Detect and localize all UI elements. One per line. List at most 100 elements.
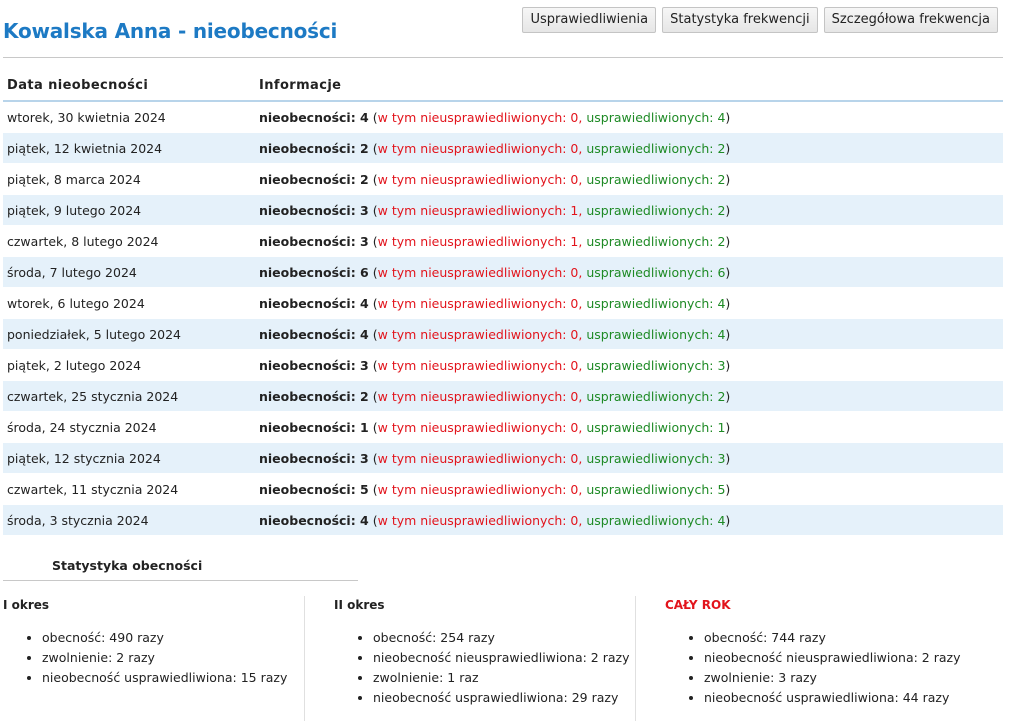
table-row: piątek, 2 lutego 2024 nieobecności: 3 (w … bbox=[3, 349, 1003, 381]
paren-open: ( bbox=[368, 171, 378, 187]
szczegolowa-frekwencja-button[interactable]: Szczegółowa frekwencja bbox=[823, 7, 998, 33]
justified-count: usprawiedliwionych: 2 bbox=[586, 202, 726, 218]
paren-close: ) bbox=[725, 264, 731, 280]
absence-count: nieobecności: 6 bbox=[259, 264, 369, 280]
stats-column-whole-year: CAŁY ROK obecność: 744 razy nieobecność … bbox=[635, 596, 995, 721]
column-header-date: Data nieobecności bbox=[3, 70, 255, 102]
absence-info: nieobecności: 2 (w tym nieusprawiedliwio… bbox=[255, 132, 1003, 164]
absence-info: nieobecności: 3 (w tym nieusprawiedliwio… bbox=[255, 349, 1003, 381]
paren-close: ) bbox=[725, 233, 731, 249]
stats-item: obecność: 744 razy bbox=[704, 628, 995, 648]
table-row: wtorek, 6 lutego 2024 nieobecności: 4 (w … bbox=[3, 287, 1003, 319]
absence-date: wtorek, 30 kwietnia 2024 bbox=[3, 100, 255, 133]
stats-item: nieobecność usprawiedliwiona: 15 razy bbox=[42, 668, 333, 688]
unjustified-count: w tym nieusprawiedliwionych: 1, bbox=[377, 233, 583, 249]
toolbar: Usprawiedliwienia Statystyka frekwencji … bbox=[522, 7, 998, 33]
paren-open: ( bbox=[368, 140, 378, 156]
stats-list: obecność: 490 razy zwolnienie: 2 razy ni… bbox=[3, 628, 333, 688]
paren-open: ( bbox=[368, 202, 378, 218]
stats-heading: I okres bbox=[3, 598, 50, 612]
unjustified-count: w tym nieusprawiedliwionych: 0, bbox=[377, 171, 583, 187]
unjustified-count: w tym nieusprawiedliwionych: 1, bbox=[377, 202, 583, 218]
absence-count: nieobecności: 3 bbox=[259, 202, 369, 218]
stats-item: obecność: 490 razy bbox=[42, 628, 333, 648]
justified-count: usprawiedliwionych: 4 bbox=[586, 512, 726, 528]
unjustified-count: w tym nieusprawiedliwionych: 0, bbox=[377, 357, 583, 373]
absence-count: nieobecności: 3 bbox=[259, 450, 369, 466]
absence-date: środa, 3 stycznia 2024 bbox=[3, 504, 255, 536]
paren-open: ( bbox=[368, 481, 378, 497]
table-row: środa, 3 stycznia 2024 nieobecności: 4 (w… bbox=[3, 504, 1003, 536]
absences-table-body: wtorek, 30 kwietnia 2024 nieobecności: 4 … bbox=[3, 100, 1003, 536]
stats-item: zwolnienie: 3 razy bbox=[704, 668, 995, 688]
table-row: środa, 24 stycznia 2024 nieobecności: 1 (… bbox=[3, 411, 1003, 443]
paren-close: ) bbox=[725, 388, 731, 404]
absence-count: nieobecności: 5 bbox=[259, 481, 369, 497]
paren-close: ) bbox=[725, 140, 731, 156]
absence-count: nieobecności: 1 bbox=[259, 419, 369, 435]
stats-list: obecność: 744 razy nieobecność nieuspraw… bbox=[665, 628, 995, 708]
paren-open: ( bbox=[368, 264, 378, 280]
stats-item: zwolnienie: 2 razy bbox=[42, 648, 333, 668]
absence-info: nieobecności: 1 (w tym nieusprawiedliwio… bbox=[255, 411, 1003, 443]
absence-date: środa, 7 lutego 2024 bbox=[3, 256, 255, 288]
justified-count: usprawiedliwionych: 2 bbox=[586, 171, 726, 187]
absence-info: nieobecności: 3 (w tym nieusprawiedliwio… bbox=[255, 442, 1003, 474]
page-header: Kowalska Anna - nieobecności Usprawiedli… bbox=[0, 0, 1009, 58]
stats-item: nieobecność usprawiedliwiona: 44 razy bbox=[704, 688, 995, 708]
absence-count: nieobecności: 2 bbox=[259, 171, 369, 187]
absence-info: nieobecności: 5 (w tym nieusprawiedliwio… bbox=[255, 473, 1003, 505]
table-row: poniedziałek, 5 lutego 2024 nieobecności:… bbox=[3, 318, 1003, 350]
usprawiedliwienia-button[interactable]: Usprawiedliwienia bbox=[522, 7, 657, 33]
absence-info: nieobecności: 4 (w tym nieusprawiedliwio… bbox=[255, 100, 1003, 133]
table-row: wtorek, 30 kwietnia 2024 nieobecności: 4 … bbox=[3, 100, 1003, 133]
stats-title: Statystyka obecności bbox=[52, 558, 203, 573]
stats-item: obecność: 254 razy bbox=[373, 628, 664, 648]
stats-item: nieobecność nieusprawiedliwiona: 2 razy bbox=[373, 648, 664, 668]
paren-open: ( bbox=[368, 295, 378, 311]
table-row: czwartek, 8 lutego 2024 nieobecności: 3 (… bbox=[3, 225, 1003, 257]
table-header-row: Data nieobecności Informacje bbox=[3, 70, 1003, 102]
page-title: Kowalska Anna - nieobecności bbox=[3, 19, 338, 43]
justified-count: usprawiedliwionych: 6 bbox=[586, 264, 726, 280]
absence-date: środa, 24 stycznia 2024 bbox=[3, 411, 255, 443]
justified-count: usprawiedliwionych: 2 bbox=[586, 233, 726, 249]
table-row: piątek, 8 marca 2024 nieobecności: 2 (w t… bbox=[3, 163, 1003, 195]
paren-close: ) bbox=[725, 202, 731, 218]
paren-open: ( bbox=[368, 109, 378, 125]
paren-close: ) bbox=[725, 481, 731, 497]
table-row: piątek, 12 kwietnia 2024 nieobecności: 2 … bbox=[3, 132, 1003, 164]
absence-date: czwartek, 8 lutego 2024 bbox=[3, 225, 255, 257]
absence-info: nieobecności: 2 (w tym nieusprawiedliwio… bbox=[255, 380, 1003, 412]
justified-count: usprawiedliwionych: 3 bbox=[586, 450, 726, 466]
absence-date: piątek, 9 lutego 2024 bbox=[3, 194, 255, 226]
stats-column-second-term: II okres obecność: 254 razy nieobecność … bbox=[304, 596, 664, 721]
absence-count: nieobecności: 2 bbox=[259, 388, 369, 404]
table-row: piątek, 9 lutego 2024 nieobecności: 3 (w … bbox=[3, 194, 1003, 226]
absence-date: piątek, 12 stycznia 2024 bbox=[3, 442, 255, 474]
absence-date: piątek, 8 marca 2024 bbox=[3, 163, 255, 195]
stats-divider bbox=[3, 580, 358, 581]
absence-info: nieobecności: 2 (w tym nieusprawiedliwio… bbox=[255, 163, 1003, 195]
paren-open: ( bbox=[368, 326, 378, 342]
justified-count: usprawiedliwionych: 2 bbox=[586, 140, 726, 156]
justified-count: usprawiedliwionych: 1 bbox=[586, 419, 726, 435]
paren-close: ) bbox=[725, 357, 731, 373]
unjustified-count: w tym nieusprawiedliwionych: 0, bbox=[377, 450, 583, 466]
stats-heading: CAŁY ROK bbox=[665, 598, 731, 612]
justified-count: usprawiedliwionych: 4 bbox=[586, 109, 726, 125]
table-row: środa, 7 lutego 2024 nieobecności: 6 (w t… bbox=[3, 256, 1003, 288]
unjustified-count: w tym nieusprawiedliwionych: 0, bbox=[377, 295, 583, 311]
stats-list: obecność: 254 razy nieobecność nieuspraw… bbox=[334, 628, 664, 708]
justified-count: usprawiedliwionych: 3 bbox=[586, 357, 726, 373]
statystyka-frekwencji-button[interactable]: Statystyka frekwencji bbox=[662, 7, 818, 33]
header-divider bbox=[3, 57, 1003, 58]
stats-heading: II okres bbox=[334, 598, 385, 612]
paren-close: ) bbox=[725, 295, 731, 311]
unjustified-count: w tym nieusprawiedliwionych: 0, bbox=[377, 109, 583, 125]
paren-open: ( bbox=[368, 388, 378, 404]
paren-open: ( bbox=[368, 450, 378, 466]
absence-count: nieobecności: 4 bbox=[259, 512, 369, 528]
table-row: piątek, 12 stycznia 2024 nieobecności: 3 … bbox=[3, 442, 1003, 474]
unjustified-count: w tym nieusprawiedliwionych: 0, bbox=[377, 481, 583, 497]
